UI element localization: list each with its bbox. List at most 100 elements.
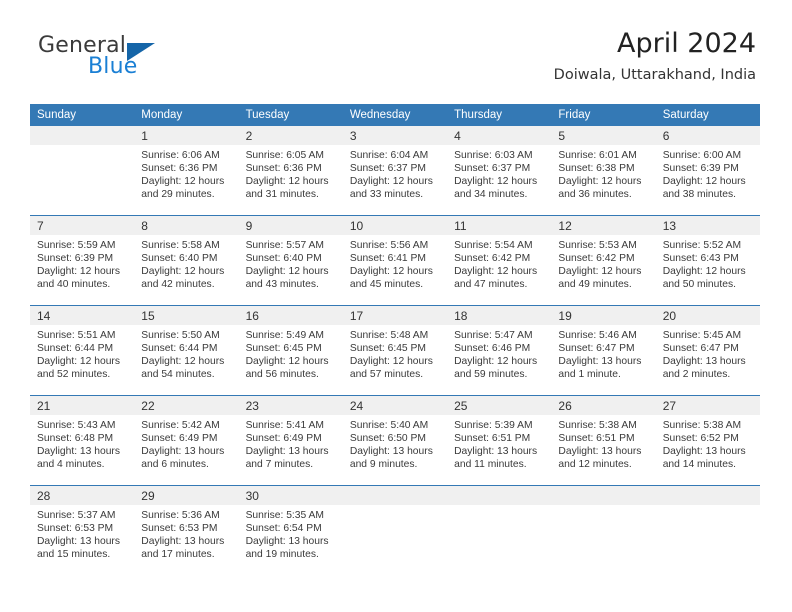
sunset-text: Sunset: 6:44 PM	[37, 343, 114, 355]
calendar-day-cell[interactable]: 16 Sunrise: 5:49 AM Sunset: 6:45 PM Dayligh…	[238, 305, 343, 396]
calendar-day-cell[interactable]: 30 Sunrise: 5:35 AM Sunset: 6:54 PM Dayligh…	[238, 485, 343, 575]
calendar-day-cell[interactable]: 21 Sunrise: 5:43 AM Sunset: 6:48 PM Dayligh…	[30, 395, 135, 486]
sunrise-text: Sunrise: 5:46 AM	[558, 330, 637, 341]
day-number: 30	[238, 486, 343, 505]
day-details: Sunrise: 5:38 AM Sunset: 6:52 PM Daylight:…	[656, 415, 760, 471]
day-number: 16	[238, 306, 343, 325]
daylight-text-line1: Daylight: 13 hours	[37, 446, 120, 458]
calendar-week-row: 21 Sunrise: 5:43 AM Sunset: 6:48 PM Dayligh…	[30, 395, 760, 486]
day-number: 20	[655, 306, 760, 325]
calendar-day-cell[interactable]: 1 Sunrise: 6:06 AM Sunset: 6:36 PM Daylight…	[134, 126, 239, 216]
calendar-empty-cell	[30, 126, 135, 216]
day-cell-inner: 28 Sunrise: 5:37 AM Sunset: 6:53 PM Dayligh…	[30, 486, 135, 575]
daylight-text-line1: Daylight: 12 hours	[558, 266, 642, 278]
day-cell-inner: 2 Sunrise: 6:05 AM Sunset: 6:36 PM Daylight…	[238, 126, 343, 215]
sunrise-text: Sunrise: 5:59 AM	[37, 240, 116, 251]
day-number: 7	[30, 216, 135, 235]
sunset-text: Sunset: 6:53 PM	[37, 523, 114, 535]
sunrise-text: Sunrise: 5:49 AM	[245, 330, 324, 341]
day-details	[447, 505, 551, 509]
day-number: 1	[134, 126, 239, 145]
weekday-header-monday: Monday	[134, 104, 239, 126]
daylight-text-line1: Daylight: 12 hours	[37, 266, 120, 278]
calendar-empty-cell	[551, 485, 656, 575]
day-details: Sunrise: 5:48 AM Sunset: 6:45 PM Daylight:…	[343, 325, 447, 381]
calendar-day-cell[interactable]: 8 Sunrise: 5:58 AM Sunset: 6:40 PM Daylight…	[134, 215, 239, 306]
day-details: Sunrise: 5:57 AM Sunset: 6:40 PM Daylight:…	[239, 235, 343, 291]
daylight-text-line1: Daylight: 12 hours	[454, 176, 538, 188]
daylight-text-line2: and 59 minutes.	[454, 369, 528, 381]
day-number: 5	[551, 126, 656, 145]
brand-logo[interactable]: General Blue	[38, 33, 238, 81]
sunrise-text: Sunrise: 5:38 AM	[662, 420, 742, 431]
calendar-day-cell[interactable]: 22 Sunrise: 5:42 AM Sunset: 6:49 PM Dayligh…	[134, 395, 239, 486]
daylight-text-line2: and 4 minutes.	[37, 459, 105, 471]
day-details: Sunrise: 5:50 AM Sunset: 6:44 PM Daylight:…	[134, 325, 238, 381]
calendar-day-cell[interactable]: 12 Sunrise: 5:53 AM Sunset: 6:42 PM Dayligh…	[551, 215, 656, 306]
calendar-empty-cell	[447, 485, 552, 575]
daylight-text-line1: Daylight: 12 hours	[37, 356, 120, 368]
daylight-text-line2: and 57 minutes.	[349, 369, 424, 381]
calendar-day-cell[interactable]: 5 Sunrise: 6:01 AM Sunset: 6:38 PM Daylight…	[551, 126, 656, 216]
day-details	[30, 145, 134, 149]
sunset-text: Sunset: 6:45 PM	[349, 343, 426, 355]
day-cell-inner: 24 Sunrise: 5:40 AM Sunset: 6:50 PM Dayligh…	[342, 396, 448, 485]
calendar-day-cell[interactable]: 20 Sunrise: 5:45 AM Sunset: 6:47 PM Dayligh…	[655, 305, 760, 396]
day-details: Sunrise: 5:46 AM Sunset: 6:47 PM Daylight:…	[551, 325, 655, 381]
calendar-day-cell[interactable]: 7 Sunrise: 5:59 AM Sunset: 6:39 PM Daylight…	[30, 215, 135, 306]
sunrise-text: Sunrise: 5:41 AM	[245, 420, 324, 431]
calendar-day-cell[interactable]: 9 Sunrise: 5:57 AM Sunset: 6:40 PM Daylight…	[238, 215, 343, 306]
daylight-text-line2: and 6 minutes.	[141, 459, 209, 471]
day-details: Sunrise: 5:56 AM Sunset: 6:41 PM Daylight:…	[343, 235, 447, 291]
calendar-day-cell[interactable]: 19 Sunrise: 5:46 AM Sunset: 6:47 PM Dayligh…	[551, 305, 656, 396]
sunset-text: Sunset: 6:42 PM	[558, 253, 635, 265]
day-cell-inner: 20 Sunrise: 5:45 AM Sunset: 6:47 PM Dayligh…	[655, 306, 760, 395]
calendar-day-cell[interactable]: 24 Sunrise: 5:40 AM Sunset: 6:50 PM Dayligh…	[342, 395, 448, 486]
daylight-text-line1: Daylight: 13 hours	[245, 536, 329, 548]
calendar-day-cell[interactable]: 17 Sunrise: 5:48 AM Sunset: 6:45 PM Dayligh…	[342, 305, 448, 396]
daylight-text-line1: Daylight: 12 hours	[558, 176, 642, 188]
calendar-day-cell[interactable]: 18 Sunrise: 5:47 AM Sunset: 6:46 PM Dayligh…	[447, 305, 552, 396]
day-details: Sunrise: 5:41 AM Sunset: 6:49 PM Daylight:…	[239, 415, 343, 471]
calendar-day-cell[interactable]: 2 Sunrise: 6:05 AM Sunset: 6:36 PM Daylight…	[238, 126, 343, 216]
sunset-text: Sunset: 6:47 PM	[662, 343, 739, 355]
day-details: Sunrise: 5:53 AM Sunset: 6:42 PM Daylight:…	[551, 235, 655, 291]
calendar-day-cell[interactable]: 4 Sunrise: 6:03 AM Sunset: 6:37 PM Daylight…	[447, 126, 552, 216]
calendar-day-cell[interactable]: 3 Sunrise: 6:04 AM Sunset: 6:37 PM Daylight…	[342, 126, 448, 216]
day-number: 27	[655, 396, 760, 415]
sunrise-text: Sunrise: 5:54 AM	[454, 240, 533, 251]
day-cell-inner	[551, 486, 656, 575]
calendar-day-cell[interactable]: 14 Sunrise: 5:51 AM Sunset: 6:44 PM Dayligh…	[30, 305, 135, 396]
calendar-body: 1 Sunrise: 6:06 AM Sunset: 6:36 PM Daylight…	[30, 126, 760, 575]
daylight-text-line1: Daylight: 12 hours	[349, 356, 433, 368]
day-details: Sunrise: 5:35 AM Sunset: 6:54 PM Daylight:…	[239, 505, 343, 561]
calendar-week-row: 1 Sunrise: 6:06 AM Sunset: 6:36 PM Daylight…	[30, 126, 760, 216]
calendar-day-cell[interactable]: 23 Sunrise: 5:41 AM Sunset: 6:49 PM Dayligh…	[238, 395, 343, 486]
calendar-day-cell[interactable]: 15 Sunrise: 5:50 AM Sunset: 6:44 PM Dayligh…	[134, 305, 239, 396]
sunset-text: Sunset: 6:50 PM	[349, 433, 426, 445]
calendar-day-cell[interactable]: 27 Sunrise: 5:38 AM Sunset: 6:52 PM Dayligh…	[655, 395, 760, 486]
sunrise-text: Sunrise: 5:48 AM	[349, 330, 429, 341]
calendar-day-cell[interactable]: 28 Sunrise: 5:37 AM Sunset: 6:53 PM Dayligh…	[30, 485, 135, 575]
calendar-day-cell[interactable]: 25 Sunrise: 5:39 AM Sunset: 6:51 PM Dayligh…	[447, 395, 552, 486]
day-number: 28	[30, 486, 135, 505]
daylight-text-line2: and 38 minutes.	[662, 189, 736, 201]
daylight-text-line1: Daylight: 13 hours	[662, 446, 746, 458]
sunset-text: Sunset: 6:44 PM	[141, 343, 218, 355]
calendar-day-cell[interactable]: 11 Sunrise: 5:54 AM Sunset: 6:42 PM Dayligh…	[447, 215, 552, 306]
day-details: Sunrise: 5:54 AM Sunset: 6:42 PM Daylight:…	[447, 235, 551, 291]
sunrise-text: Sunrise: 6:05 AM	[245, 150, 324, 161]
day-cell-inner: 8 Sunrise: 5:58 AM Sunset: 6:40 PM Daylight…	[134, 216, 239, 305]
calendar-day-cell[interactable]: 29 Sunrise: 5:36 AM Sunset: 6:53 PM Dayligh…	[134, 485, 239, 575]
sunrise-text: Sunrise: 5:53 AM	[558, 240, 637, 251]
sunrise-text: Sunrise: 5:57 AM	[245, 240, 324, 251]
calendar-day-cell[interactable]: 10 Sunrise: 5:56 AM Sunset: 6:41 PM Dayligh…	[342, 215, 448, 306]
calendar-day-cell[interactable]: 26 Sunrise: 5:38 AM Sunset: 6:51 PM Dayligh…	[551, 395, 656, 486]
calendar-day-cell[interactable]: 13 Sunrise: 5:52 AM Sunset: 6:43 PM Dayligh…	[655, 215, 760, 306]
sunset-text: Sunset: 6:52 PM	[662, 433, 739, 445]
sunrise-text: Sunrise: 5:40 AM	[349, 420, 429, 431]
day-details: Sunrise: 5:43 AM Sunset: 6:48 PM Daylight:…	[30, 415, 134, 471]
calendar-day-cell[interactable]: 6 Sunrise: 6:00 AM Sunset: 6:39 PM Daylight…	[655, 126, 760, 216]
day-cell-inner: 21 Sunrise: 5:43 AM Sunset: 6:48 PM Dayligh…	[30, 396, 135, 485]
daylight-text-line2: and 33 minutes.	[349, 189, 424, 201]
